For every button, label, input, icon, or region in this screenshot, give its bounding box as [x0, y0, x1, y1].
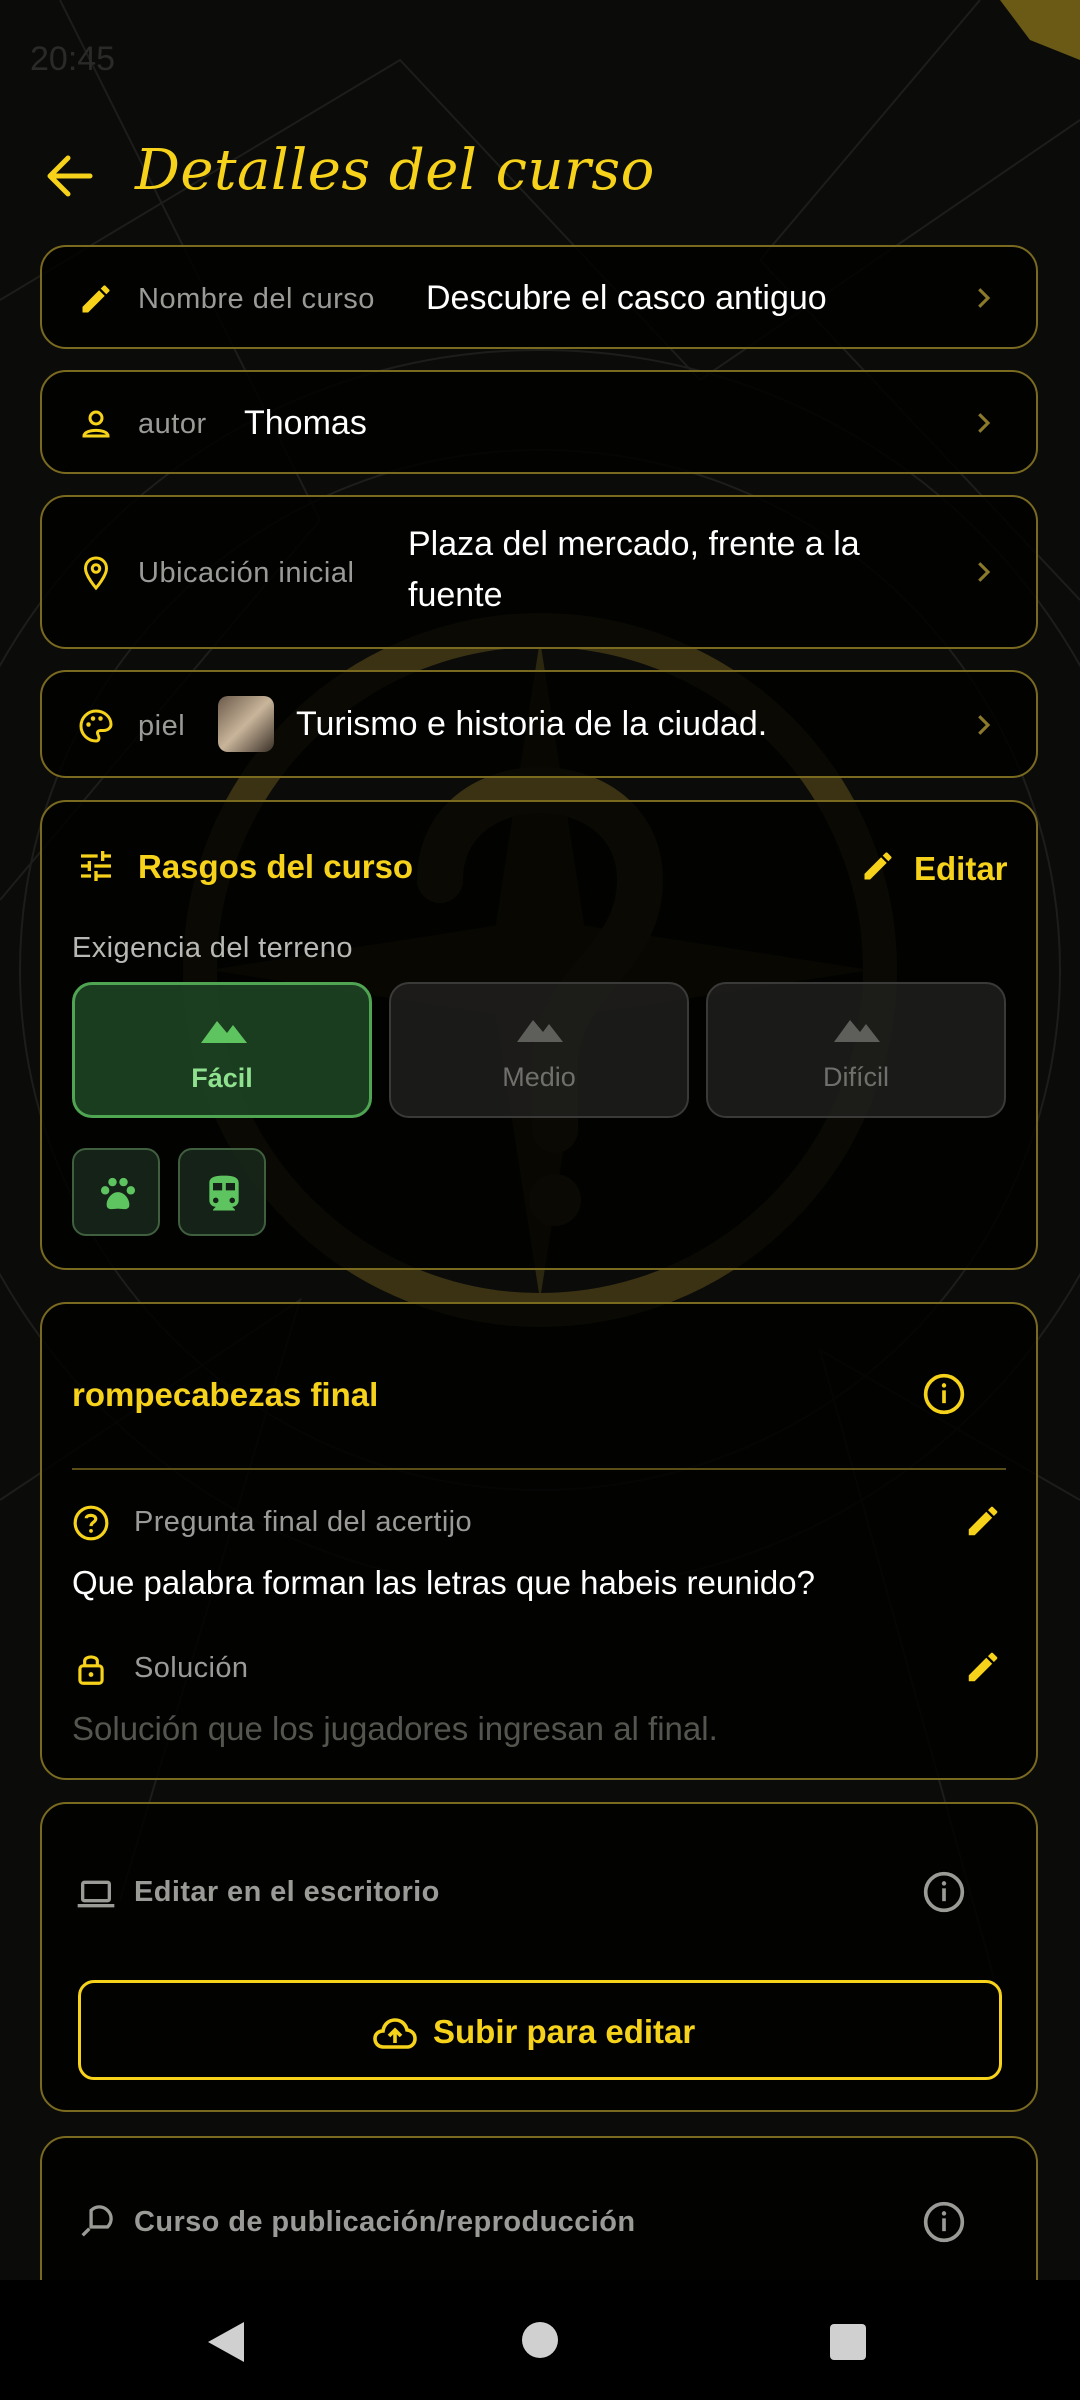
tag-pets-chip[interactable] [72, 1148, 160, 1236]
pencil-icon [82, 285, 110, 313]
skin-row[interactable]: piel Turismo e historia de la ciudad. [40, 670, 1038, 778]
author-row[interactable]: autor Thomas [40, 370, 1038, 474]
author-value: Thomas [244, 404, 367, 442]
final-puzzle-card: rompecabezas final Pregunta final del ac… [40, 1302, 1038, 1780]
publish-label: Curso de publicación/reproducción [134, 2206, 636, 2238]
desktop-edit-card: Editar en el escritorio Subir para edita… [40, 1802, 1038, 2112]
train-icon [209, 1175, 239, 1211]
edit-traits-label: Editar [914, 850, 1008, 887]
difficulty-hard-label: Difícil [823, 1062, 889, 1092]
upload-to-edit-button[interactable]: Subir para editar [78, 1980, 1002, 2080]
puzzle-title: rompecabezas final [72, 1376, 379, 1413]
difficulty-medium-label: Medio [502, 1062, 576, 1092]
mountain-icon [201, 1021, 247, 1043]
course-traits-card: Rasgos del curso Editar Exigencia del te… [40, 800, 1038, 1270]
terrain-label: Exigencia del terreno [72, 932, 353, 964]
recents-square-icon[interactable] [828, 2322, 868, 2362]
start-location-value-line1: Plaza del mercado, frente a la [408, 525, 860, 563]
help-circle-icon [73, 1505, 109, 1541]
edit-question-pencil-icon[interactable] [964, 1502, 1002, 1540]
start-location-row[interactable]: Ubicación inicial Plaza del mercado, fre… [40, 495, 1038, 649]
skin-value: Turismo e historia de la ciudad. [296, 705, 768, 743]
edit-solution-pencil-icon[interactable] [964, 1648, 1002, 1686]
question-text: Que palabra forman las letras que habeis… [72, 1564, 815, 1601]
traits-title: Rasgos del curso [138, 848, 414, 885]
tune-icon [81, 851, 111, 881]
difficulty-medium-button[interactable]: Medio [389, 982, 689, 1118]
cloud-upload-icon [373, 2018, 417, 2049]
start-location-label: Ubicación inicial [138, 557, 355, 589]
arrow-left-icon [47, 155, 93, 197]
paw-icon [100, 1177, 136, 1210]
difficulty-hard-button[interactable]: Difícil [706, 982, 1006, 1118]
edit-traits-button[interactable]: Editar [856, 838, 1008, 894]
person-icon [82, 410, 110, 438]
difficulty-easy-button[interactable]: Fácil [72, 982, 372, 1118]
author-label: autor [138, 408, 207, 440]
solution-placeholder[interactable]: Solución que los jugadores ingresan al f… [72, 1710, 718, 1748]
course-name-row[interactable]: Nombre del curso Descubre el casco antig… [40, 245, 1038, 349]
chevron-right-icon [978, 288, 991, 308]
start-location-value-line2: fuente [408, 576, 503, 614]
pencil-icon [864, 852, 892, 880]
difficulty-easy-label: Fácil [191, 1063, 253, 1093]
chevron-right-icon [978, 413, 991, 433]
status-time: 20:45 [30, 40, 116, 78]
location-pin-icon [83, 556, 109, 591]
mountain-icon [517, 1020, 563, 1042]
divider [72, 1468, 1006, 1470]
solution-label: Solución [134, 1652, 249, 1684]
skin-thumbnail [218, 696, 274, 752]
page-title: Detalles del curso [135, 138, 655, 203]
info-icon[interactable] [922, 2200, 966, 2244]
question-label: Pregunta final del acertijo [134, 1506, 473, 1538]
info-icon[interactable] [922, 1372, 966, 1416]
app-header: Detalles del curso [0, 130, 1080, 220]
skin-label: piel [138, 710, 186, 742]
chevron-right-icon [978, 715, 991, 735]
tag-transit-chip[interactable] [178, 1148, 266, 1236]
back-triangle-icon[interactable] [204, 2318, 248, 2366]
course-name-value: Descubre el casco antiguo [426, 279, 827, 317]
lock-icon [78, 1655, 104, 1685]
home-circle-icon[interactable] [520, 2320, 560, 2360]
palette-icon [79, 709, 113, 743]
upload-to-edit-label: Subir para editar [433, 2013, 696, 2050]
mountain-icon [834, 1020, 880, 1042]
laptop-icon [77, 1880, 115, 1908]
system-navigation-bar [0, 2280, 1080, 2400]
rocket-icon [81, 2205, 113, 2237]
course-name-label: Nombre del curso [138, 283, 375, 315]
chevron-right-icon [978, 562, 991, 582]
back-button[interactable] [40, 146, 100, 206]
status-bar: 20:45 [0, 0, 1080, 110]
info-icon[interactable] [922, 1870, 966, 1914]
desktop-edit-label: Editar en el escritorio [134, 1876, 440, 1908]
